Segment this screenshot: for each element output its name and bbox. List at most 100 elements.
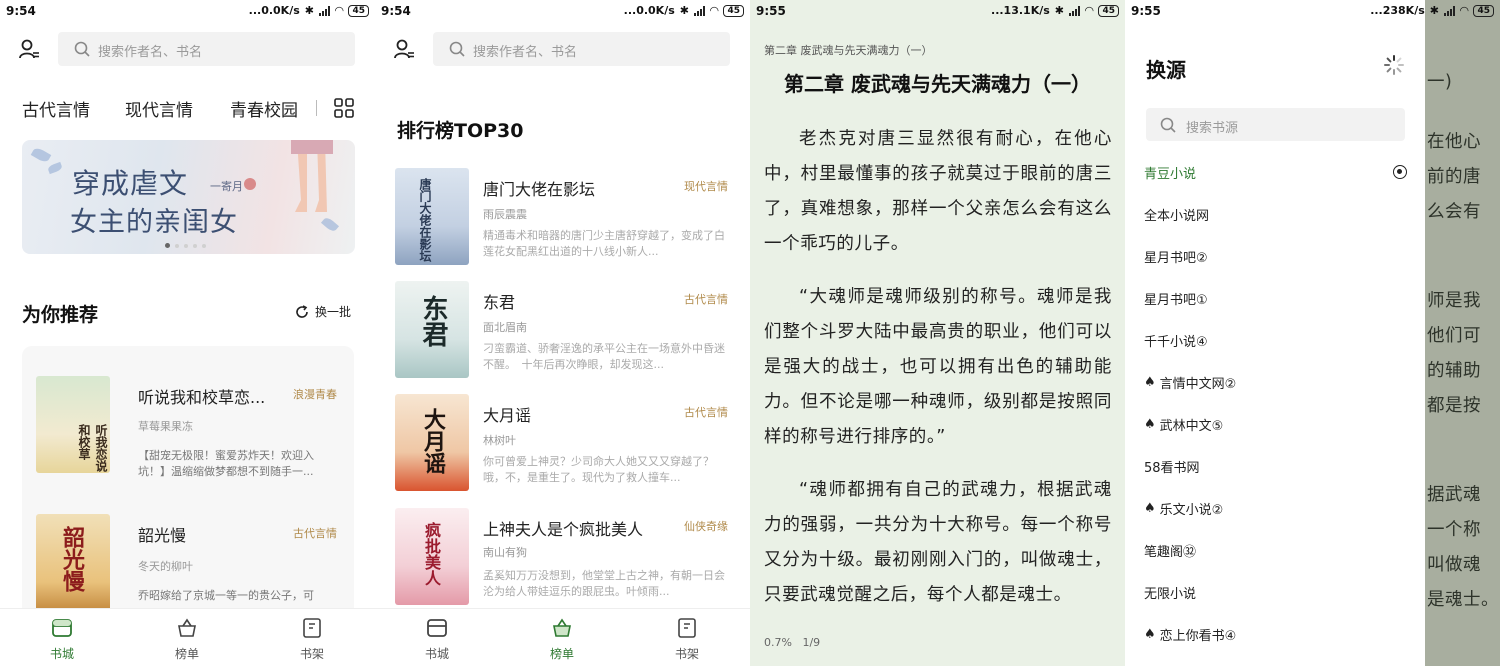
book-cover: 疯批美人	[395, 508, 469, 605]
source-item[interactable]: ♠ 恋上你看书④	[1144, 622, 1236, 646]
source-name: 58看书网	[1144, 460, 1200, 476]
tab-bookstore[interactable]: 书城	[402, 617, 472, 662]
status-bar: 9:54 ...0.0K/s ✱ ◠ 45	[0, 0, 375, 24]
search-placeholder: 搜索书源	[1186, 121, 1239, 136]
paragraph: “大魂师是魂师级别的称号。魂师是我们整个斗罗大陆中最高贵的职业，他们可以是强大的…	[764, 287, 1112, 447]
source-name: 言情中文网②	[1159, 376, 1237, 392]
book-tag: 现代言情	[684, 180, 728, 193]
banner-title-line1: 穿成虐文	[72, 167, 189, 200]
source-item[interactable]: ♠ 武林中文⑤	[1144, 412, 1223, 436]
bookstore-screen: 9:54 ...0.0K/s ✱ ◠ 45 搜索作者名、书名 古代言情 现代言情…	[0, 0, 375, 666]
source-item[interactable]: ♠ 言情中文网②	[1144, 370, 1236, 394]
tab-bookstore[interactable]: 书城	[27, 617, 97, 662]
reading-progress: 0.7% 1/9	[764, 636, 820, 649]
user-menu-icon[interactable]	[18, 38, 40, 60]
source-item[interactable]: 星月书吧①	[1144, 286, 1208, 310]
source-item[interactable]: 58看书网	[1144, 454, 1200, 478]
source-item[interactable]: 无限小说	[1144, 580, 1196, 604]
list-item[interactable]: 疯批美人 上神夫人是个疯批美人 仙侠奇缘 南山有狗 孟奚知万万没想到，他堂堂上古…	[375, 508, 750, 620]
category-modern-romance[interactable]: 现代言情	[125, 96, 193, 121]
source-name: 全本小说网	[1144, 208, 1210, 224]
search-input[interactable]: 搜索作者名、书名	[433, 32, 730, 66]
banner-seal	[244, 178, 256, 190]
search-placeholder: 搜索作者名、书名	[98, 45, 203, 60]
sheet-title: 换源	[1146, 58, 1186, 82]
user-menu-icon[interactable]	[393, 38, 415, 60]
source-item[interactable]: 笔趣阁㉜	[1144, 538, 1196, 562]
book-cover: 唐门大佬在影坛	[395, 168, 469, 265]
bookshelf-icon	[303, 618, 321, 638]
bluetooth-icon: ✱	[304, 4, 314, 17]
tab-bookshelf[interactable]: 书架	[652, 617, 722, 662]
refresh-icon	[296, 304, 308, 318]
bluetooth-icon: ✱	[679, 4, 689, 17]
list-item[interactable]: 大月谣 大月谣 古代言情 林树叶 你可曾爱上神灵？少司命大人她又又又穿越了？哦，…	[375, 394, 750, 506]
book-cover: 东君	[395, 281, 469, 378]
battery-icon: 45	[1098, 4, 1119, 17]
tab-label: 书架	[674, 647, 699, 661]
category-grid-icon[interactable]	[334, 98, 354, 118]
book-description: 【甜宠无极限！蜜爱苏炸天！欢迎入坑！】温缩缩做梦都想不到随手一...	[138, 449, 314, 478]
ranking-screen: 9:54 ...0.0K/s ✱ ◠ 45 搜索作者名、书名 排行榜TOP30 …	[375, 0, 750, 666]
status-bar: 9:54 ...0.0K/s ✱ ◠ 45	[375, 0, 750, 24]
book-tag: 仙侠奇缘	[684, 520, 728, 533]
tab-label: 榜单	[174, 647, 199, 661]
book-description: 你可曾爱上神灵？少司命大人她又又又穿越了？哦，不，是重生了。现代为了救人撞车..…	[483, 455, 714, 484]
dimmed-reader-text: 的辅助	[1427, 361, 1481, 381]
source-name: 武林中文⑤	[1159, 418, 1224, 434]
tab-bookshelf[interactable]: 书架	[277, 617, 347, 662]
category-campus[interactable]: 青春校园	[230, 96, 298, 121]
signal-icon	[1444, 5, 1455, 16]
tab-ranking[interactable]: 榜单	[527, 617, 597, 662]
dimmed-reader-text: 叫做魂	[1427, 555, 1481, 575]
battery-icon: 45	[1473, 4, 1494, 17]
cover-title: 大月谣	[420, 408, 446, 474]
search-input[interactable]: 搜索作者名、书名	[58, 32, 355, 66]
book-tag: 古代言情	[684, 406, 728, 419]
source-item[interactable]: ♠ 乐文小说②	[1144, 496, 1223, 520]
source-search-input[interactable]: 搜索书源	[1146, 108, 1405, 141]
dimmed-reader-text: 么会有	[1427, 202, 1481, 222]
list-item[interactable]: 东君 东君 古代言情 面北眉南 刁蛮霸道、骄奢淫逸的承平公主在一场意外中昏迷不醒…	[375, 281, 750, 393]
book-description: 孟奚知万万没想到，他堂堂上古之神，有朝一日会沦为给人带娃逗乐的跟屁虫。叶倾雨..…	[483, 569, 725, 598]
selected-radio-icon	[1393, 165, 1407, 179]
loading-spinner-icon	[1384, 55, 1404, 75]
source-item[interactable]: 星月书吧②	[1144, 244, 1208, 268]
category-ancient-romance[interactable]: 古代言情	[22, 96, 90, 121]
refresh-button[interactable]: 换一批	[295, 303, 351, 320]
dimmed-reader-text: 师是我	[1427, 291, 1481, 311]
reader-screen[interactable]: 9:55 ...13.1K/s ✱ ◠ 45 第二章 废武魂与先天满魂力（一） …	[750, 0, 1125, 666]
cover-title: 听我恋说和校草	[77, 424, 108, 472]
store-icon	[52, 619, 72, 637]
tab-ranking[interactable]: 榜单	[152, 617, 222, 662]
dimmed-reader-text: 都是按	[1427, 396, 1481, 416]
cover-title: 东君	[418, 295, 448, 347]
book-author: 面北眉南	[483, 321, 527, 334]
list-item[interactable]: 听我恋说和校草 听说我和校草恋... 浪漫青春 草莓果果冻 【甜宠无极限！蜜爱苏…	[0, 376, 375, 488]
source-item[interactable]: 全本小说网	[1144, 202, 1209, 226]
chapter-body: 老杰克对唐三显然很有耐心，在他心中，村里最懂事的孩子就莫过于眼前的唐三了，真难想…	[764, 122, 1112, 631]
dimmed-reader-text: 在他心	[1427, 132, 1481, 152]
banner-author: 一寄月	[210, 180, 243, 193]
wifi-icon: ◠	[1460, 4, 1469, 17]
spade-icon: ♠	[1144, 626, 1156, 642]
cover-title: 唐门大佬在影坛	[418, 178, 432, 262]
dimmed-reader-text: 据武魂	[1427, 485, 1481, 505]
wifi-icon: ◠	[710, 4, 719, 17]
progress-percent: 0.7%	[764, 636, 792, 649]
list-item[interactable]: 唐门大佬在影坛 唐门大佬在影坛 现代言情 雨辰震震 精通毒术和暗器的唐门少主唐舒…	[375, 168, 750, 280]
source-sheet: 9:55 ...238K/s ✱ ◠ 45 换源 搜索书源 青豆小说 全本小说网…	[1125, 0, 1494, 666]
status-time: 9:55	[1131, 4, 1161, 18]
source-item[interactable]: 青豆小说	[1144, 160, 1196, 184]
change-source-screen: 一) 在他心 前的唐 么会有 师是我 他们可 的辅助 都是按 据武魂 一个称 叫…	[1125, 0, 1500, 666]
network-speed: ...13.1K/s	[991, 4, 1050, 17]
source-name: 乐文小说②	[1159, 502, 1224, 518]
status-bar: 9:55 ...13.1K/s ✱ ◠ 45	[750, 0, 1125, 24]
network-speed: ...238K/s	[1370, 4, 1425, 17]
book-cover: 韶光慢	[36, 514, 110, 611]
tab-label: 书城	[424, 647, 449, 661]
promo-banner[interactable]: 穿成虐文 一寄月 女主的亲闺女	[22, 140, 355, 254]
bluetooth-icon: ✱	[1429, 4, 1439, 17]
source-item[interactable]: 千千小说④	[1144, 328, 1208, 352]
banner-pagination	[165, 243, 206, 248]
